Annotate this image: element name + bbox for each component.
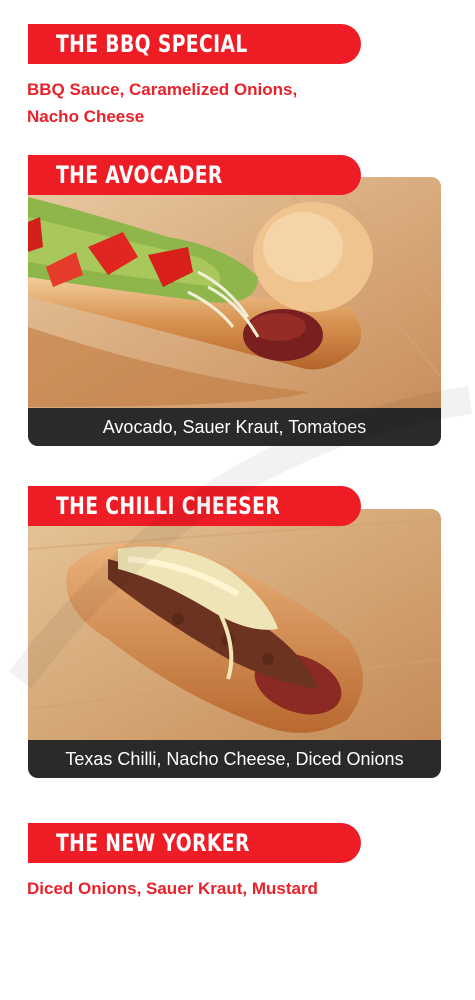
title-text: THE CHILLI CHEESER — [56, 492, 281, 520]
caption-chilli-cheeser: Texas Chilli, Nacho Cheese, Diced Onions — [28, 740, 441, 778]
title-text: THE AVOCADER — [56, 161, 223, 189]
menu-item-title-bbq-special: THE BBQ SPECIAL — [28, 24, 361, 64]
caption-avocader: Avocado, Sauer Kraut, Tomatoes — [28, 408, 441, 446]
chilli-cheese-hotdog-photo — [28, 509, 441, 740]
menu-item-title-new-yorker: THE NEW YORKER — [28, 823, 361, 863]
menu-item-card-avocader[interactable]: Avocado, Sauer Kraut, Tomatoes — [28, 177, 441, 446]
menu-item-card-chilli-cheeser[interactable]: Texas Chilli, Nacho Cheese, Diced Onions — [28, 509, 441, 778]
avocado-hotdog-photo — [28, 177, 441, 408]
menu-item-description-new-yorker: Diced Onions, Sauer Kraut, Mustard — [27, 879, 318, 898]
menu-item-title-avocader: THE AVOCADER — [28, 155, 361, 195]
menu-item-description-bbq-special: BBQ Sauce, Caramelized Onions, Nacho Che… — [27, 80, 298, 126]
title-text: THE NEW YORKER — [56, 829, 250, 857]
menu-item-title-chilli-cheeser: THE CHILLI CHEESER — [28, 486, 361, 526]
title-text: THE BBQ SPECIAL — [56, 30, 248, 58]
